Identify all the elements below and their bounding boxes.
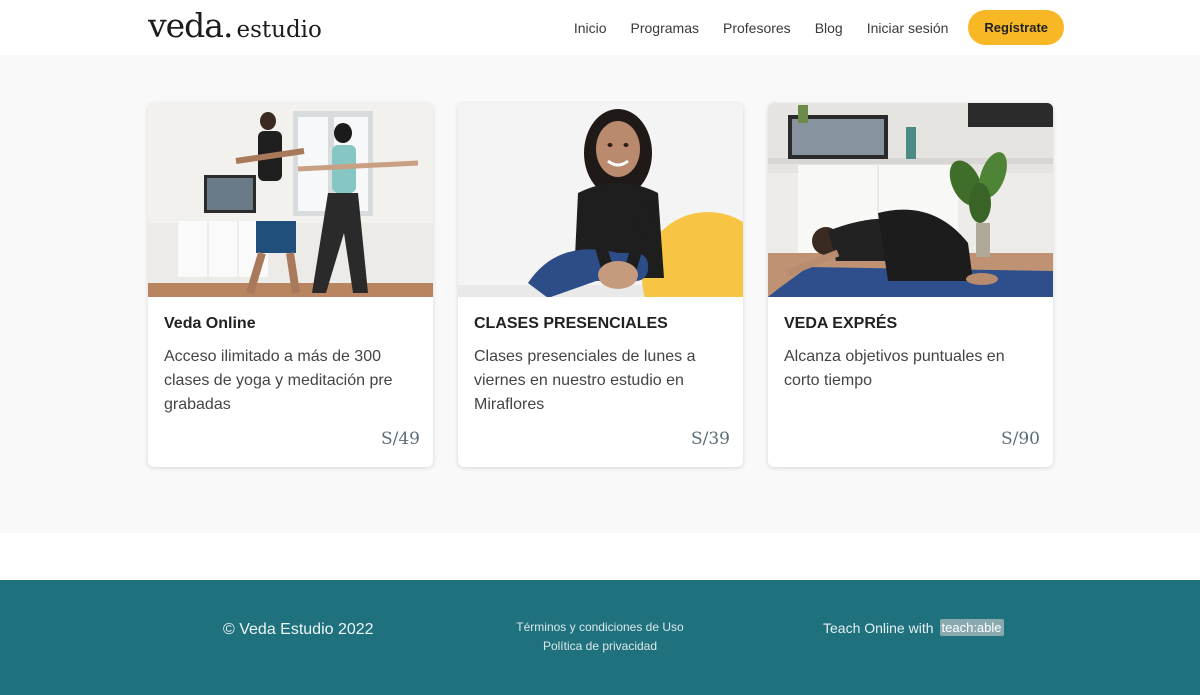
site-footer: © Veda Estudio 2022 Términos y condicion… <box>0 580 1200 695</box>
program-image-online <box>148 103 433 297</box>
program-title: VEDA EXPRÉS <box>784 315 898 332</box>
logo-sub: estudio <box>236 17 322 43</box>
program-price: S/49 <box>380 429 420 449</box>
terms-link[interactable]: Términos y condiciones de Uso <box>0 618 1200 637</box>
programs-section: Veda Online Acceso ilimitado a más de 30… <box>0 55 1200 533</box>
nav-link-programas[interactable]: Programas <box>631 20 699 36</box>
site-header: veda. estudio Inicio Programas Profesore… <box>0 0 1200 55</box>
program-description: Clases presenciales de lunes a viernes e… <box>474 348 696 413</box>
program-card-expres[interactable]: VEDA EXPRÉS Alcanza objetivos puntuales … <box>768 103 1053 467</box>
program-title: Veda Online <box>164 315 256 332</box>
program-description: Acceso ilimitado a más de 300 clases de … <box>164 348 393 413</box>
main-nav: Inicio Programas Profesores Blog Iniciar… <box>550 0 1064 55</box>
program-image-presenciales <box>458 103 743 297</box>
program-card-online[interactable]: Veda Online Acceso ilimitado a más de 30… <box>148 103 433 467</box>
teachable-credit[interactable]: Teach Online with teach:able <box>823 619 1004 636</box>
program-price: S/39 <box>690 429 730 449</box>
site-logo[interactable]: veda. estudio <box>148 6 322 46</box>
program-image-expres <box>768 103 1053 297</box>
program-title: CLASES PRESENCIALES <box>474 315 668 332</box>
nav-link-blog[interactable]: Blog <box>815 20 843 36</box>
program-card-presenciales[interactable]: CLASES PRESENCIALES Clases presenciales … <box>458 103 743 467</box>
program-price: S/90 <box>1000 429 1040 449</box>
teachable-logo: teach:able <box>939 619 1004 636</box>
nav-link-login[interactable]: Iniciar sesión <box>867 20 949 36</box>
nav-link-inicio[interactable]: Inicio <box>574 20 607 36</box>
nav-link-profesores[interactable]: Profesores <box>723 20 791 36</box>
teach-prefix: Teach Online with <box>823 619 934 636</box>
signup-button[interactable]: Regístrate <box>968 10 1064 45</box>
privacy-link[interactable]: Política de privacidad <box>0 637 1200 656</box>
footer-links: Términos y condiciones de Uso Política d… <box>0 618 1200 656</box>
logo-main: veda. <box>148 6 233 45</box>
program-description: Alcanza objetivos puntuales en corto tie… <box>784 348 1005 389</box>
